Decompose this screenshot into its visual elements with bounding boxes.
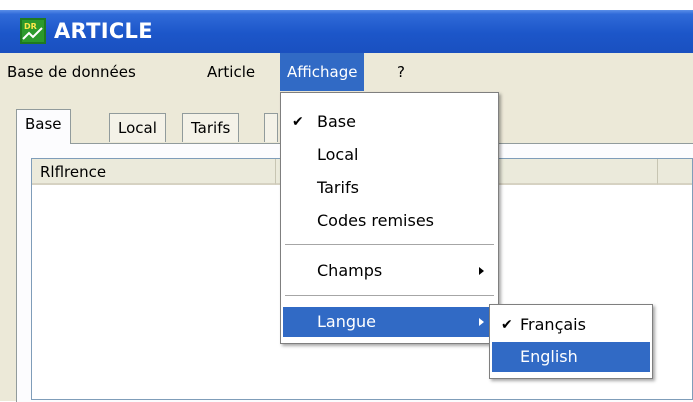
tab-tarifs[interactable]: Tarifs [182,113,240,142]
menu-item-english[interactable]: English [492,342,650,372]
tab-codes-remises[interactable] [264,113,278,142]
menu-item-label: Langue [317,312,376,331]
submenu-arrow-icon [479,318,484,326]
menu-help[interactable]: ? [390,53,412,91]
tab-base[interactable]: Base [16,109,71,144]
checkmark-icon: ✔ [501,317,513,333]
menu-item-francais[interactable]: ✔ Français [492,310,650,340]
menu-affichage[interactable]: Affichage [280,53,365,91]
menu-item-local[interactable]: Local [283,140,496,170]
menu-separator [285,244,494,246]
menu-article[interactable]: Article [200,53,262,91]
column-header-reference[interactable]: Rlflrence [32,159,276,185]
menu-item-label: Codes remises [317,211,434,230]
tab-local[interactable]: Local [109,113,166,142]
submenu-arrow-icon [479,267,484,275]
menu-item-langue[interactable]: Langue [283,307,496,337]
title-bar[interactable]: DR ARTICLE [0,10,693,53]
menu-base-de-donnees[interactable]: Base de données [0,53,143,91]
menu-item-label: Local [317,145,359,164]
menu-item-label: English [520,347,578,366]
menu-item-base[interactable]: ✔ Base [283,107,496,137]
menu-separator [285,295,494,297]
column-header-extra[interactable] [658,159,692,185]
langue-submenu: ✔ Français English [489,304,653,379]
menu-item-codes-remises[interactable]: Codes remises [283,206,496,236]
menu-item-champs[interactable]: Champs [283,256,496,286]
svg-text:DR: DR [24,22,37,31]
menu-item-label: Champs [317,261,383,280]
menu-item-label: Français [520,315,586,334]
checkmark-icon: ✔ [292,114,304,130]
window-title: ARTICLE [54,19,153,43]
affichage-menu: ✔ Base Local Tarifs Codes remises Champs… [280,92,499,344]
app-chart-icon: DR [20,18,46,44]
menu-item-label: Tarifs [317,178,359,197]
menu-item-label: Base [317,112,356,131]
menu-item-tarifs[interactable]: Tarifs [283,173,496,203]
menu-bar: Base de données Article Affichage ? [0,53,693,92]
